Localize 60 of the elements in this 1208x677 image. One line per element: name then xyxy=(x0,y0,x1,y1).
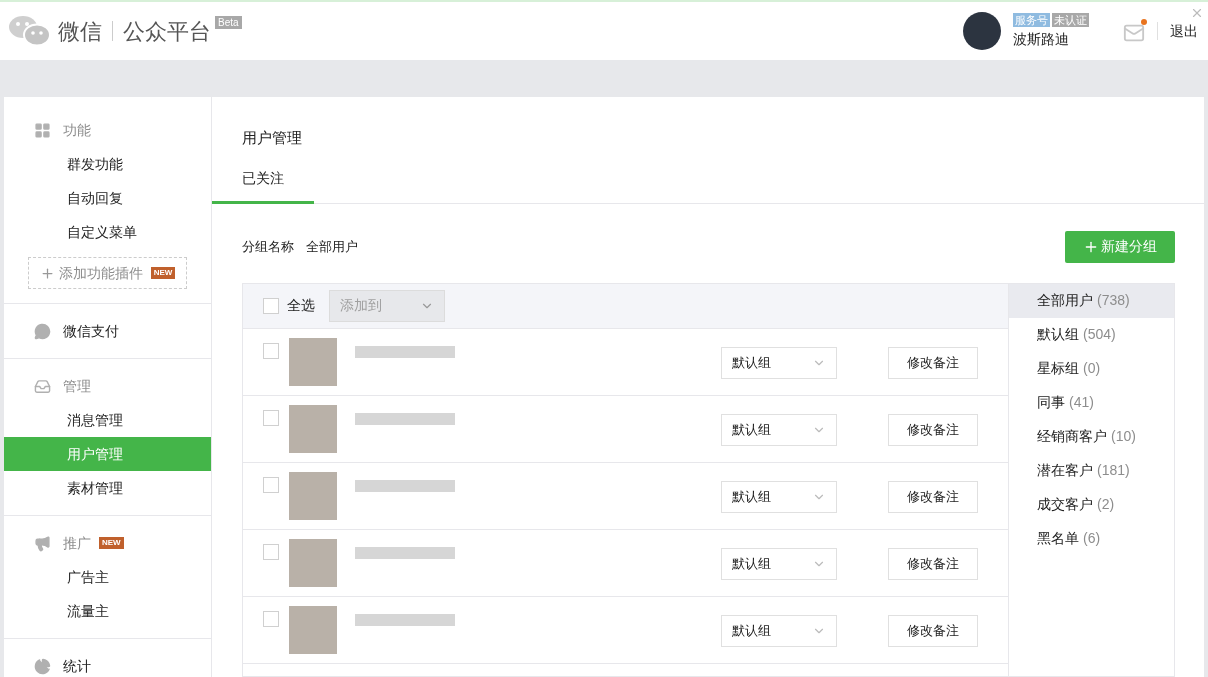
photo-placeholder xyxy=(289,471,337,520)
group-label: 分组名称 xyxy=(242,237,294,256)
account-type-tag: 服务号 xyxy=(1013,12,1050,27)
tab[interactable]: 已关注 xyxy=(212,167,314,204)
inbox-icon xyxy=(34,377,51,395)
select-all-label: 全选 xyxy=(287,296,315,315)
checkbox[interactable] xyxy=(263,409,279,426)
add-plugin-button[interactable]: 添加功能插件 NEW xyxy=(28,257,187,289)
chat-bubbles-logo-icon xyxy=(8,14,52,48)
sidebar-item[interactable]: 广告主 xyxy=(4,560,211,594)
page-title: 用户管理 xyxy=(241,128,303,148)
photo-placeholder xyxy=(289,605,337,654)
photo-placeholder xyxy=(289,404,337,453)
edit-note-button[interactable]: 修改备注 xyxy=(888,346,978,379)
edit-note-button[interactable]: 修改备注 xyxy=(888,547,978,580)
checkbox[interactable] xyxy=(263,610,279,627)
group-dropdown[interactable]: 默认组 xyxy=(721,614,837,647)
grid-icon xyxy=(34,121,51,139)
product-title: 公众平台 xyxy=(123,17,211,46)
photo-placeholder xyxy=(289,337,337,386)
add-plugin-label: 添加功能插件 xyxy=(58,263,143,283)
verify-status-tag: 未认证 xyxy=(1052,12,1089,27)
group-list-item[interactable]: 全部用户 (738) xyxy=(1009,283,1174,318)
checkbox[interactable] xyxy=(263,476,279,493)
sidebar-item[interactable]: 自定义菜单 xyxy=(4,215,211,249)
group-dropdown[interactable]: 默认组 xyxy=(721,413,837,446)
section-title: 管理 xyxy=(63,376,91,396)
logout-link[interactable]: 退出 xyxy=(1170,20,1198,42)
beta-badge: Beta xyxy=(215,16,242,29)
plus-icon xyxy=(39,265,55,281)
group-dropdown[interactable]: 默认组 xyxy=(721,480,837,513)
section-title: 推广 xyxy=(63,533,91,553)
group-dropdown[interactable]: 默认组 xyxy=(721,547,837,580)
account-name: 波斯路迪 xyxy=(1013,29,1070,49)
section-title: 统计 xyxy=(63,656,91,676)
sidebar-item[interactable]: 素材管理 xyxy=(4,471,211,505)
pie-chart-icon xyxy=(34,657,51,675)
megaphone-icon xyxy=(34,534,51,552)
section-title: 微信支付 xyxy=(63,321,119,341)
sidebar-item[interactable]: 流量主 xyxy=(4,594,211,628)
group-name: 全部用户 xyxy=(306,237,358,256)
section-title: 功能 xyxy=(63,120,91,140)
checkbox[interactable] xyxy=(263,297,279,314)
checkbox[interactable] xyxy=(263,543,279,560)
new-badge: NEW xyxy=(150,267,176,279)
sidebar-item[interactable]: 群发功能 xyxy=(4,147,211,181)
new-badge: NEW xyxy=(99,537,124,549)
sidebar-item[interactable]: 消息管理 xyxy=(4,403,211,437)
close-icon[interactable] xyxy=(1190,6,1204,20)
chat-bubble-icon xyxy=(34,322,51,340)
photo-placeholder xyxy=(289,538,337,587)
edit-note-button[interactable]: 修改备注 xyxy=(888,614,978,647)
group-dropdown[interactable]: 默认组 xyxy=(721,346,837,379)
sidebar-item[interactable]: 自动回复 xyxy=(4,181,211,215)
mail-icon[interactable] xyxy=(1123,22,1145,40)
edit-note-button[interactable]: 修改备注 xyxy=(888,413,978,446)
logo-text: 微信 xyxy=(58,17,102,46)
edit-note-button[interactable]: 修改备注 xyxy=(888,480,978,513)
checkbox[interactable] xyxy=(263,342,279,359)
account-avatar[interactable] xyxy=(963,12,1001,50)
